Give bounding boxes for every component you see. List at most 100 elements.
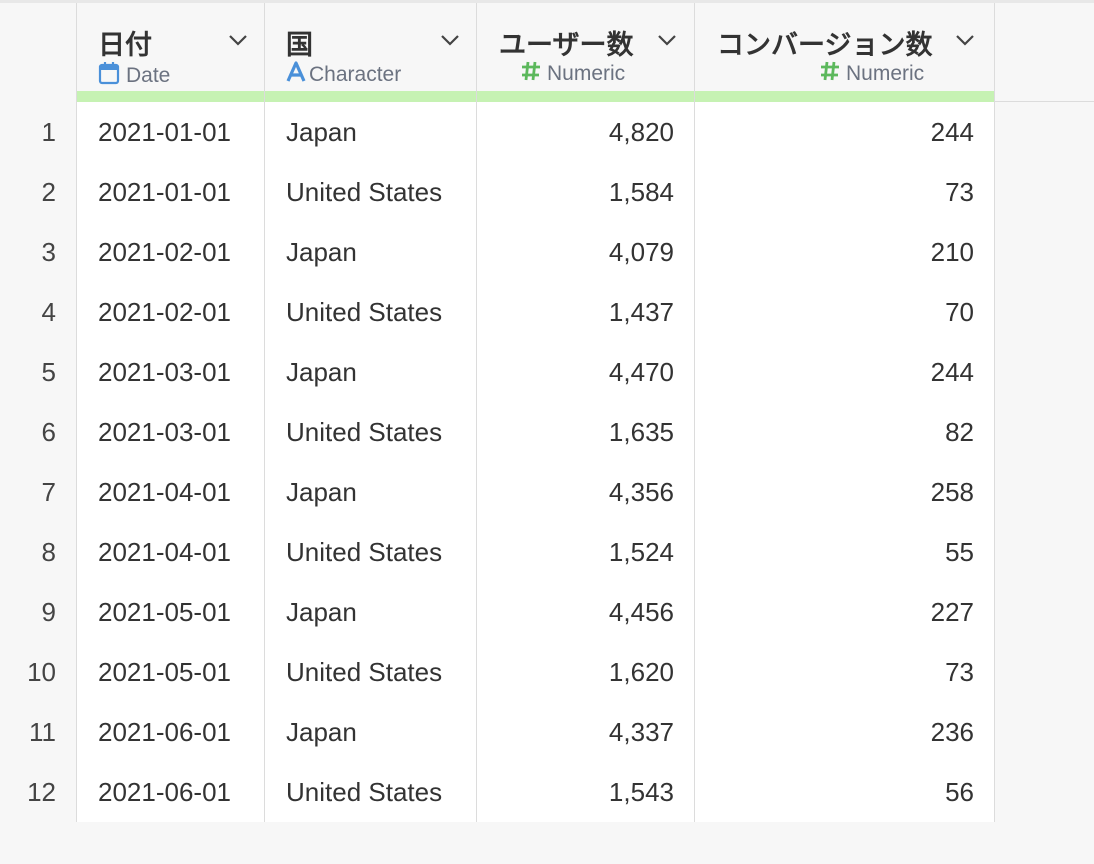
row-number: 11 xyxy=(0,702,77,762)
column-header-row: 日付 Date 国 Character ユーザー数 Numeric コンバージョ… xyxy=(0,0,1094,102)
column-header-conversions[interactable]: コンバージョン数 Numeric xyxy=(695,3,995,102)
column-type: Date xyxy=(98,61,170,91)
column-quality-bar xyxy=(77,91,264,102)
cell-users[interactable]: 1,524 xyxy=(477,522,695,582)
cell-country[interactable]: United States xyxy=(265,522,477,582)
cell-date[interactable]: 2021-04-01 xyxy=(77,522,265,582)
row-number: 12 xyxy=(0,762,77,822)
table-row[interactable]: 1 2021-01-01 Japan 4,820 244 xyxy=(0,102,1094,162)
cell-date[interactable]: 2021-03-01 xyxy=(77,342,265,402)
column-type-label: Date xyxy=(126,64,171,87)
cell-country[interactable]: United States xyxy=(265,762,477,822)
cell-date[interactable]: 2021-04-01 xyxy=(77,462,265,522)
character-a-icon xyxy=(286,61,306,89)
cell-users[interactable]: 4,820 xyxy=(477,102,695,162)
cell-date[interactable]: 2021-03-01 xyxy=(77,402,265,462)
cell-conversions[interactable]: 258 xyxy=(695,462,995,522)
cell-users[interactable]: 4,356 xyxy=(477,462,695,522)
table-row[interactable]: 8 2021-04-01 United States 1,524 55 xyxy=(0,522,1094,582)
chevron-down-icon[interactable] xyxy=(439,29,461,51)
row-number: 1 xyxy=(0,102,77,162)
table-row[interactable]: 5 2021-03-01 Japan 4,470 244 xyxy=(0,342,1094,402)
cell-conversions[interactable]: 70 xyxy=(695,282,995,342)
column-name: 国 xyxy=(286,30,313,60)
row-number: 2 xyxy=(0,162,77,222)
cell-date[interactable]: 2021-01-01 xyxy=(77,102,265,162)
cell-users[interactable]: 4,079 xyxy=(477,222,695,282)
row-number: 7 xyxy=(0,462,77,522)
cell-conversions[interactable]: 244 xyxy=(695,102,995,162)
table-row[interactable]: 3 2021-02-01 Japan 4,079 210 xyxy=(0,222,1094,282)
chevron-down-icon[interactable] xyxy=(656,29,678,51)
column-type-label: Character xyxy=(309,63,402,86)
cell-conversions[interactable]: 227 xyxy=(695,582,995,642)
cell-country[interactable]: United States xyxy=(265,402,477,462)
column-header-users[interactable]: ユーザー数 Numeric xyxy=(477,3,695,102)
cell-conversions[interactable]: 82 xyxy=(695,402,995,462)
cell-users[interactable]: 4,456 xyxy=(477,582,695,642)
cell-country[interactable]: Japan xyxy=(265,582,477,642)
table-body: 1 2021-01-01 Japan 4,820 244 2 2021-01-01 Unite… xyxy=(0,102,1094,822)
table-row[interactable]: 2 2021-01-01 United States 1,584 73 xyxy=(0,162,1094,222)
column-header-country[interactable]: 国 Character xyxy=(265,3,477,102)
table-row[interactable]: 12 2021-06-01 United States 1,543 56 xyxy=(0,762,1094,822)
cell-country[interactable]: United States xyxy=(265,162,477,222)
cell-conversions[interactable]: 210 xyxy=(695,222,995,282)
cell-users[interactable]: 1,437 xyxy=(477,282,695,342)
column-type-label: Numeric xyxy=(547,62,626,85)
column-type-label: Numeric xyxy=(846,62,925,85)
row-number-header xyxy=(0,3,77,102)
cell-country[interactable]: Japan xyxy=(265,102,477,162)
cell-date[interactable]: 2021-05-01 xyxy=(77,582,265,642)
cell-conversions[interactable]: 73 xyxy=(695,162,995,222)
table-row[interactable]: 4 2021-02-01 United States 1,437 70 xyxy=(0,282,1094,342)
row-number: 3 xyxy=(0,222,77,282)
cell-country[interactable]: Japan xyxy=(265,462,477,522)
table-row[interactable]: 10 2021-05-01 United States 1,620 73 xyxy=(0,642,1094,702)
calendar-icon xyxy=(98,61,120,91)
cell-users[interactable]: 4,470 xyxy=(477,342,695,402)
table-row[interactable]: 9 2021-05-01 Japan 4,456 227 xyxy=(0,582,1094,642)
cell-date[interactable]: 2021-02-01 xyxy=(77,282,265,342)
cell-users[interactable]: 4,337 xyxy=(477,702,695,762)
cell-country[interactable]: United States xyxy=(265,282,477,342)
column-quality-bar xyxy=(477,91,694,102)
cell-date[interactable]: 2021-05-01 xyxy=(77,642,265,702)
column-type: Character xyxy=(286,61,401,89)
column-quality-bar xyxy=(695,91,994,102)
cell-country[interactable]: Japan xyxy=(265,342,477,402)
column-name: 日付 xyxy=(98,30,152,60)
cell-conversions[interactable]: 236 xyxy=(695,702,995,762)
cell-country[interactable]: Japan xyxy=(265,702,477,762)
table-row[interactable]: 6 2021-03-01 United States 1,635 82 xyxy=(0,402,1094,462)
cell-users[interactable]: 1,620 xyxy=(477,642,695,702)
column-type: Numeric xyxy=(820,61,924,87)
cell-date[interactable]: 2021-06-01 xyxy=(77,702,265,762)
cell-users[interactable]: 1,543 xyxy=(477,762,695,822)
cell-conversions[interactable]: 73 xyxy=(695,642,995,702)
cell-conversions[interactable]: 56 xyxy=(695,762,995,822)
cell-users[interactable]: 1,584 xyxy=(477,162,695,222)
cell-conversions[interactable]: 55 xyxy=(695,522,995,582)
cell-date[interactable]: 2021-01-01 xyxy=(77,162,265,222)
cell-date[interactable]: 2021-02-01 xyxy=(77,222,265,282)
row-number: 4 xyxy=(0,282,77,342)
column-header-date[interactable]: 日付 Date xyxy=(77,3,265,102)
cell-date[interactable]: 2021-06-01 xyxy=(77,762,265,822)
chevron-down-icon[interactable] xyxy=(954,29,976,51)
cell-country[interactable]: United States xyxy=(265,642,477,702)
table-row[interactable]: 7 2021-04-01 Japan 4,356 258 xyxy=(0,462,1094,522)
chevron-down-icon[interactable] xyxy=(227,29,249,51)
table-row[interactable]: 11 2021-06-01 Japan 4,337 236 xyxy=(0,702,1094,762)
cell-conversions[interactable]: 244 xyxy=(695,342,995,402)
cell-country[interactable]: Japan xyxy=(265,222,477,282)
cell-users[interactable]: 1,635 xyxy=(477,402,695,462)
row-number: 8 xyxy=(0,522,77,582)
empty-area xyxy=(995,102,1094,822)
column-name: ユーザー数 xyxy=(499,30,634,60)
row-number: 6 xyxy=(0,402,77,462)
row-number: 5 xyxy=(0,342,77,402)
column-type: Numeric xyxy=(521,61,625,87)
data-grid: 日付 Date 国 Character ユーザー数 Numeric コンバージョ… xyxy=(0,0,1094,822)
row-number: 9 xyxy=(0,582,77,642)
